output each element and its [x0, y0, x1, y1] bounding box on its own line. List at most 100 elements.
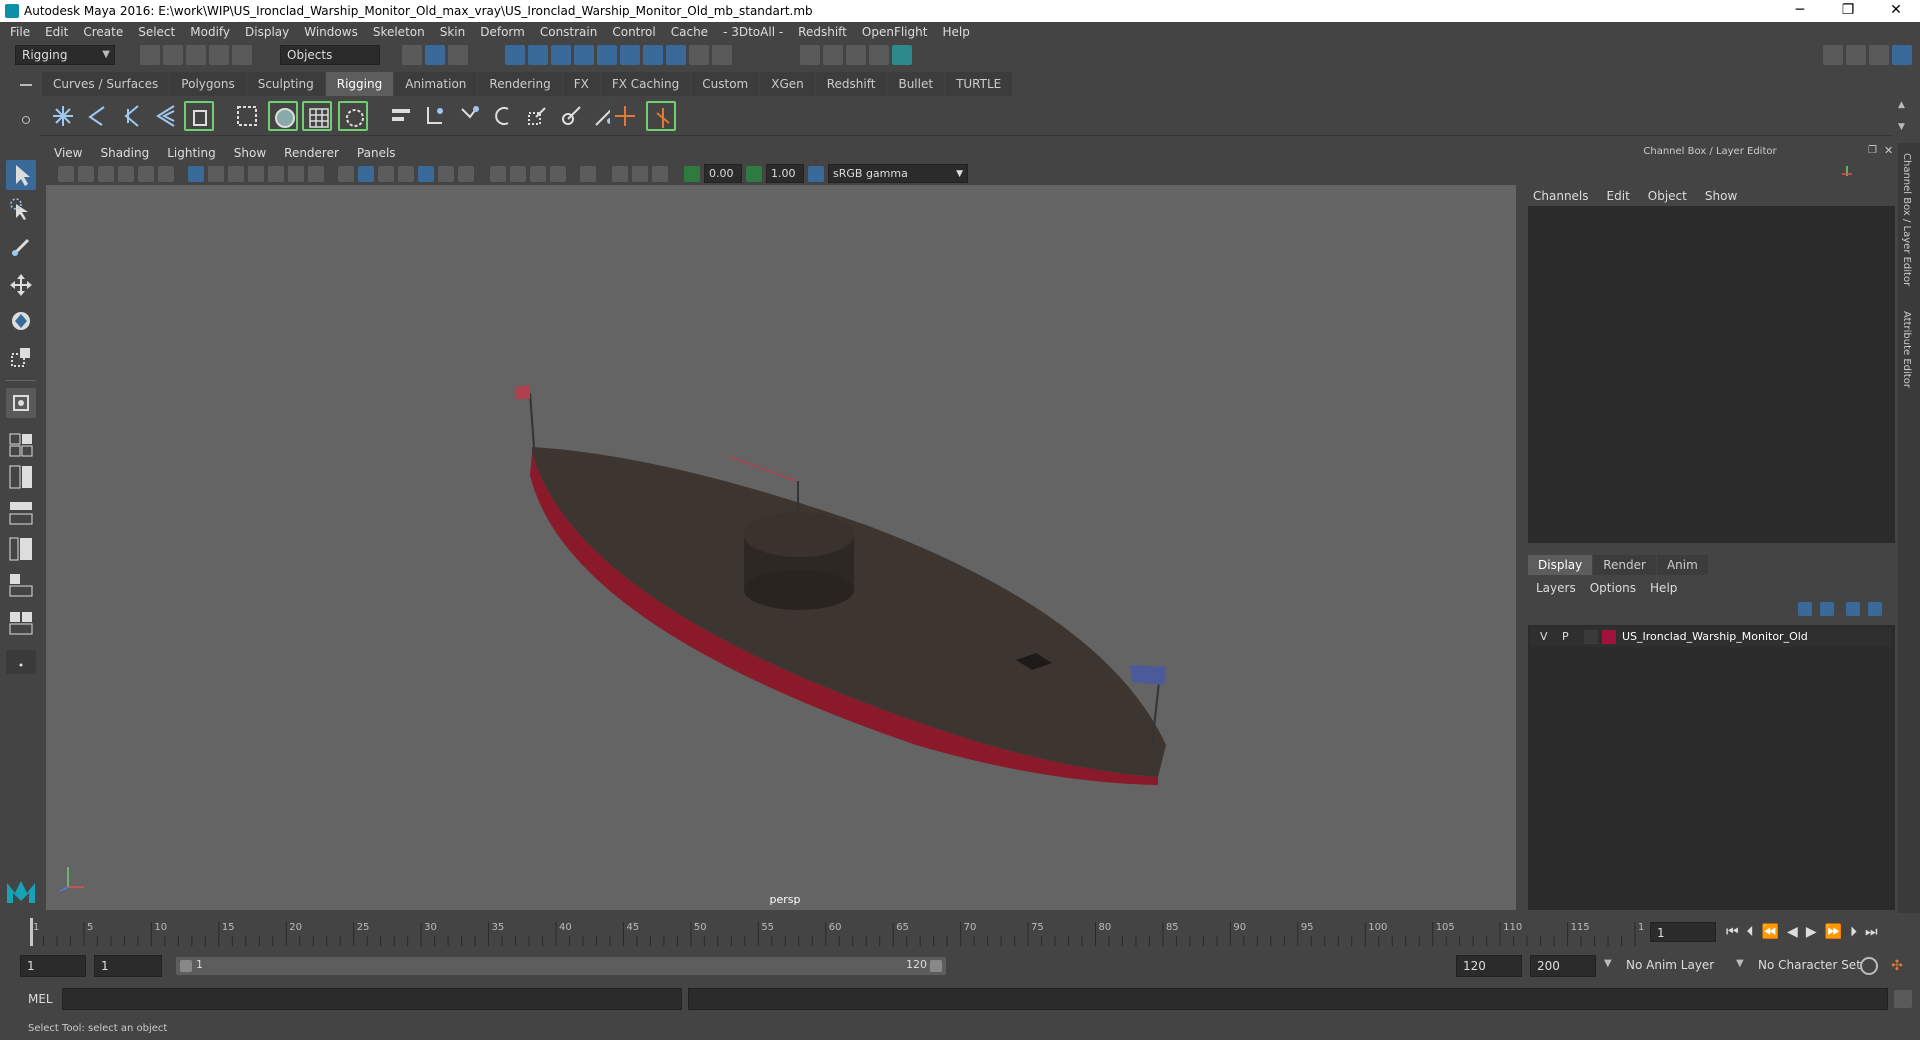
scale-constraint-icon[interactable]	[522, 101, 552, 131]
textured-icon[interactable]	[418, 166, 434, 182]
render-frame-icon[interactable]	[823, 45, 843, 65]
parent-constraint-icon[interactable]	[420, 101, 450, 131]
shelf-scroll-down-icon[interactable]: ▼	[1898, 122, 1905, 132]
channel-box-menu-show[interactable]: Show	[1705, 189, 1737, 203]
two-d-pan-icon[interactable]	[138, 166, 154, 182]
menu-set-dropdown[interactable]: Rigging ▼	[15, 45, 115, 65]
gamma-icon[interactable]	[746, 166, 762, 182]
move-layer-down-icon[interactable]	[1820, 602, 1834, 616]
xray-icon[interactable]	[612, 166, 628, 182]
menu-select[interactable]: Select	[138, 25, 175, 39]
move-layer-up-icon[interactable]	[1798, 602, 1812, 616]
snap-vertex-icon[interactable]	[620, 45, 640, 65]
float-panel-icon[interactable]: ❐	[1868, 145, 1877, 156]
channel-box-panel[interactable]	[1528, 206, 1895, 543]
tab-bullet[interactable]: Bullet	[887, 72, 945, 96]
animation-preferences-icon[interactable]: ✣	[1888, 957, 1906, 975]
tab-curves-surfaces[interactable]: Curves / Surfaces	[42, 72, 170, 96]
locator-icon[interactable]	[610, 101, 640, 131]
screen-space-ao-icon[interactable]	[490, 166, 506, 182]
menu-3dtoall[interactable]: - 3DtoAll -	[723, 25, 783, 39]
layout-outliner-icon[interactable]	[6, 534, 36, 562]
menu-edit[interactable]: Edit	[45, 25, 68, 39]
smooth-bind-icon[interactable]	[232, 101, 262, 131]
menu-create[interactable]: Create	[83, 25, 123, 39]
layout-persp-outliner-icon[interactable]	[6, 570, 36, 598]
motion-blur-icon[interactable]	[510, 166, 526, 182]
layout-persp-graph-icon[interactable]	[6, 498, 36, 526]
anim-layer-dropdown[interactable]: No Anim Layer	[1620, 955, 1736, 977]
menu-constrain[interactable]: Constrain	[540, 25, 598, 39]
tab-rigging[interactable]: Rigging	[325, 72, 394, 96]
select-camera-icon[interactable]	[58, 166, 74, 182]
select-by-object-icon[interactable]	[425, 45, 445, 65]
auto-key-icon[interactable]	[1860, 957, 1878, 975]
shadows-icon[interactable]	[458, 166, 474, 182]
menu-control[interactable]: Control	[612, 25, 655, 39]
range-slider-bar[interactable]: 1 120	[176, 957, 946, 975]
viewport-menu-lighting[interactable]: Lighting	[167, 146, 216, 160]
layer-visibility-toggle[interactable]: V	[1540, 630, 1548, 643]
use-all-lights-icon[interactable]	[438, 166, 454, 182]
ik-handle-icon[interactable]	[82, 101, 112, 131]
shelf-options-icon[interactable]	[22, 116, 30, 124]
render-settings-icon[interactable]	[869, 45, 889, 65]
snap-point-icon[interactable]	[551, 45, 571, 65]
close-button[interactable]: ✕	[1876, 0, 1916, 22]
snap-curve-icon[interactable]	[528, 45, 548, 65]
layer-color-swatch[interactable]	[1602, 630, 1616, 644]
undo-icon[interactable]	[209, 45, 229, 65]
tab-xgen[interactable]: XGen	[760, 72, 815, 96]
cluster-icon[interactable]	[646, 101, 676, 131]
menu-redshift[interactable]: Redshift	[798, 25, 847, 39]
snap-grid-icon[interactable]	[505, 45, 525, 65]
select-by-hierarchy-icon[interactable]	[402, 45, 422, 65]
viewport-menu-panels[interactable]: Panels	[357, 146, 396, 160]
menu-openflight[interactable]: OpenFlight	[862, 25, 928, 39]
layer-playback-toggle[interactable]: P	[1562, 630, 1569, 643]
attribute-editor-icon[interactable]	[1846, 45, 1866, 65]
exposure-icon[interactable]	[684, 166, 700, 182]
paint-weights-icon[interactable]	[386, 101, 416, 131]
tab-anim[interactable]: Anim	[1656, 555, 1708, 575]
color-space-dropdown[interactable]: sRGB gamma ▼	[828, 164, 968, 183]
playback-start-field[interactable]: 1	[94, 955, 162, 977]
tool-settings-icon[interactable]	[1869, 45, 1889, 65]
go-to-start-icon[interactable]: ⏮	[1726, 924, 1747, 940]
lock-icon[interactable]	[689, 45, 709, 65]
wrap-deformer-icon[interactable]	[338, 101, 368, 131]
tab-custom[interactable]: Custom	[691, 72, 760, 96]
use-default-material-icon[interactable]	[378, 166, 394, 182]
toolbox-expand-icon[interactable]	[6, 650, 36, 674]
step-back-key-icon[interactable]: ⏪	[1762, 924, 1787, 940]
multisample-aa-icon[interactable]	[530, 166, 546, 182]
layer-menu-options[interactable]: Options	[1590, 581, 1636, 595]
play-forwards-icon[interactable]: ▶	[1806, 924, 1825, 940]
close-panel-icon[interactable]: ✕	[1884, 144, 1893, 157]
open-scene-icon[interactable]	[163, 45, 183, 65]
orient-constraint-icon[interactable]	[488, 101, 518, 131]
film-gate-icon[interactable]	[208, 166, 224, 182]
menu-skin[interactable]: Skin	[440, 25, 466, 39]
character-set-dropdown[interactable]: No Character Set	[1752, 955, 1868, 977]
tab-rendering[interactable]: Rendering	[478, 72, 562, 96]
grease-pencil-icon[interactable]	[158, 166, 174, 182]
channel-box-menu-object[interactable]: Object	[1648, 189, 1687, 203]
menu-deform[interactable]: Deform	[480, 25, 525, 39]
viewport-menu-renderer[interactable]: Renderer	[284, 146, 339, 160]
construction-history-icon[interactable]	[712, 45, 732, 65]
mirror-joint-icon[interactable]	[150, 101, 180, 131]
modeling-toolkit-icon[interactable]	[1823, 45, 1843, 65]
side-tab-attribute-editor[interactable]: Attribute Editor	[1901, 311, 1912, 388]
select-by-component-icon[interactable]	[448, 45, 468, 65]
point-constraint-icon[interactable]	[454, 101, 484, 131]
hypershade-icon[interactable]	[892, 45, 912, 65]
snap-live-icon[interactable]	[597, 45, 617, 65]
animation-start-field[interactable]: 1	[20, 955, 86, 977]
ik-spline-icon[interactable]	[116, 101, 146, 131]
joint-tool-icon[interactable]	[48, 101, 78, 131]
snap-surface-icon[interactable]	[643, 45, 663, 65]
layer-name[interactable]: US_Ironclad_Warship_Monitor_Old	[1622, 630, 1808, 643]
go-to-end-icon[interactable]: ⏭	[1865, 924, 1886, 940]
manipulator-icon[interactable]	[1840, 164, 1854, 178]
